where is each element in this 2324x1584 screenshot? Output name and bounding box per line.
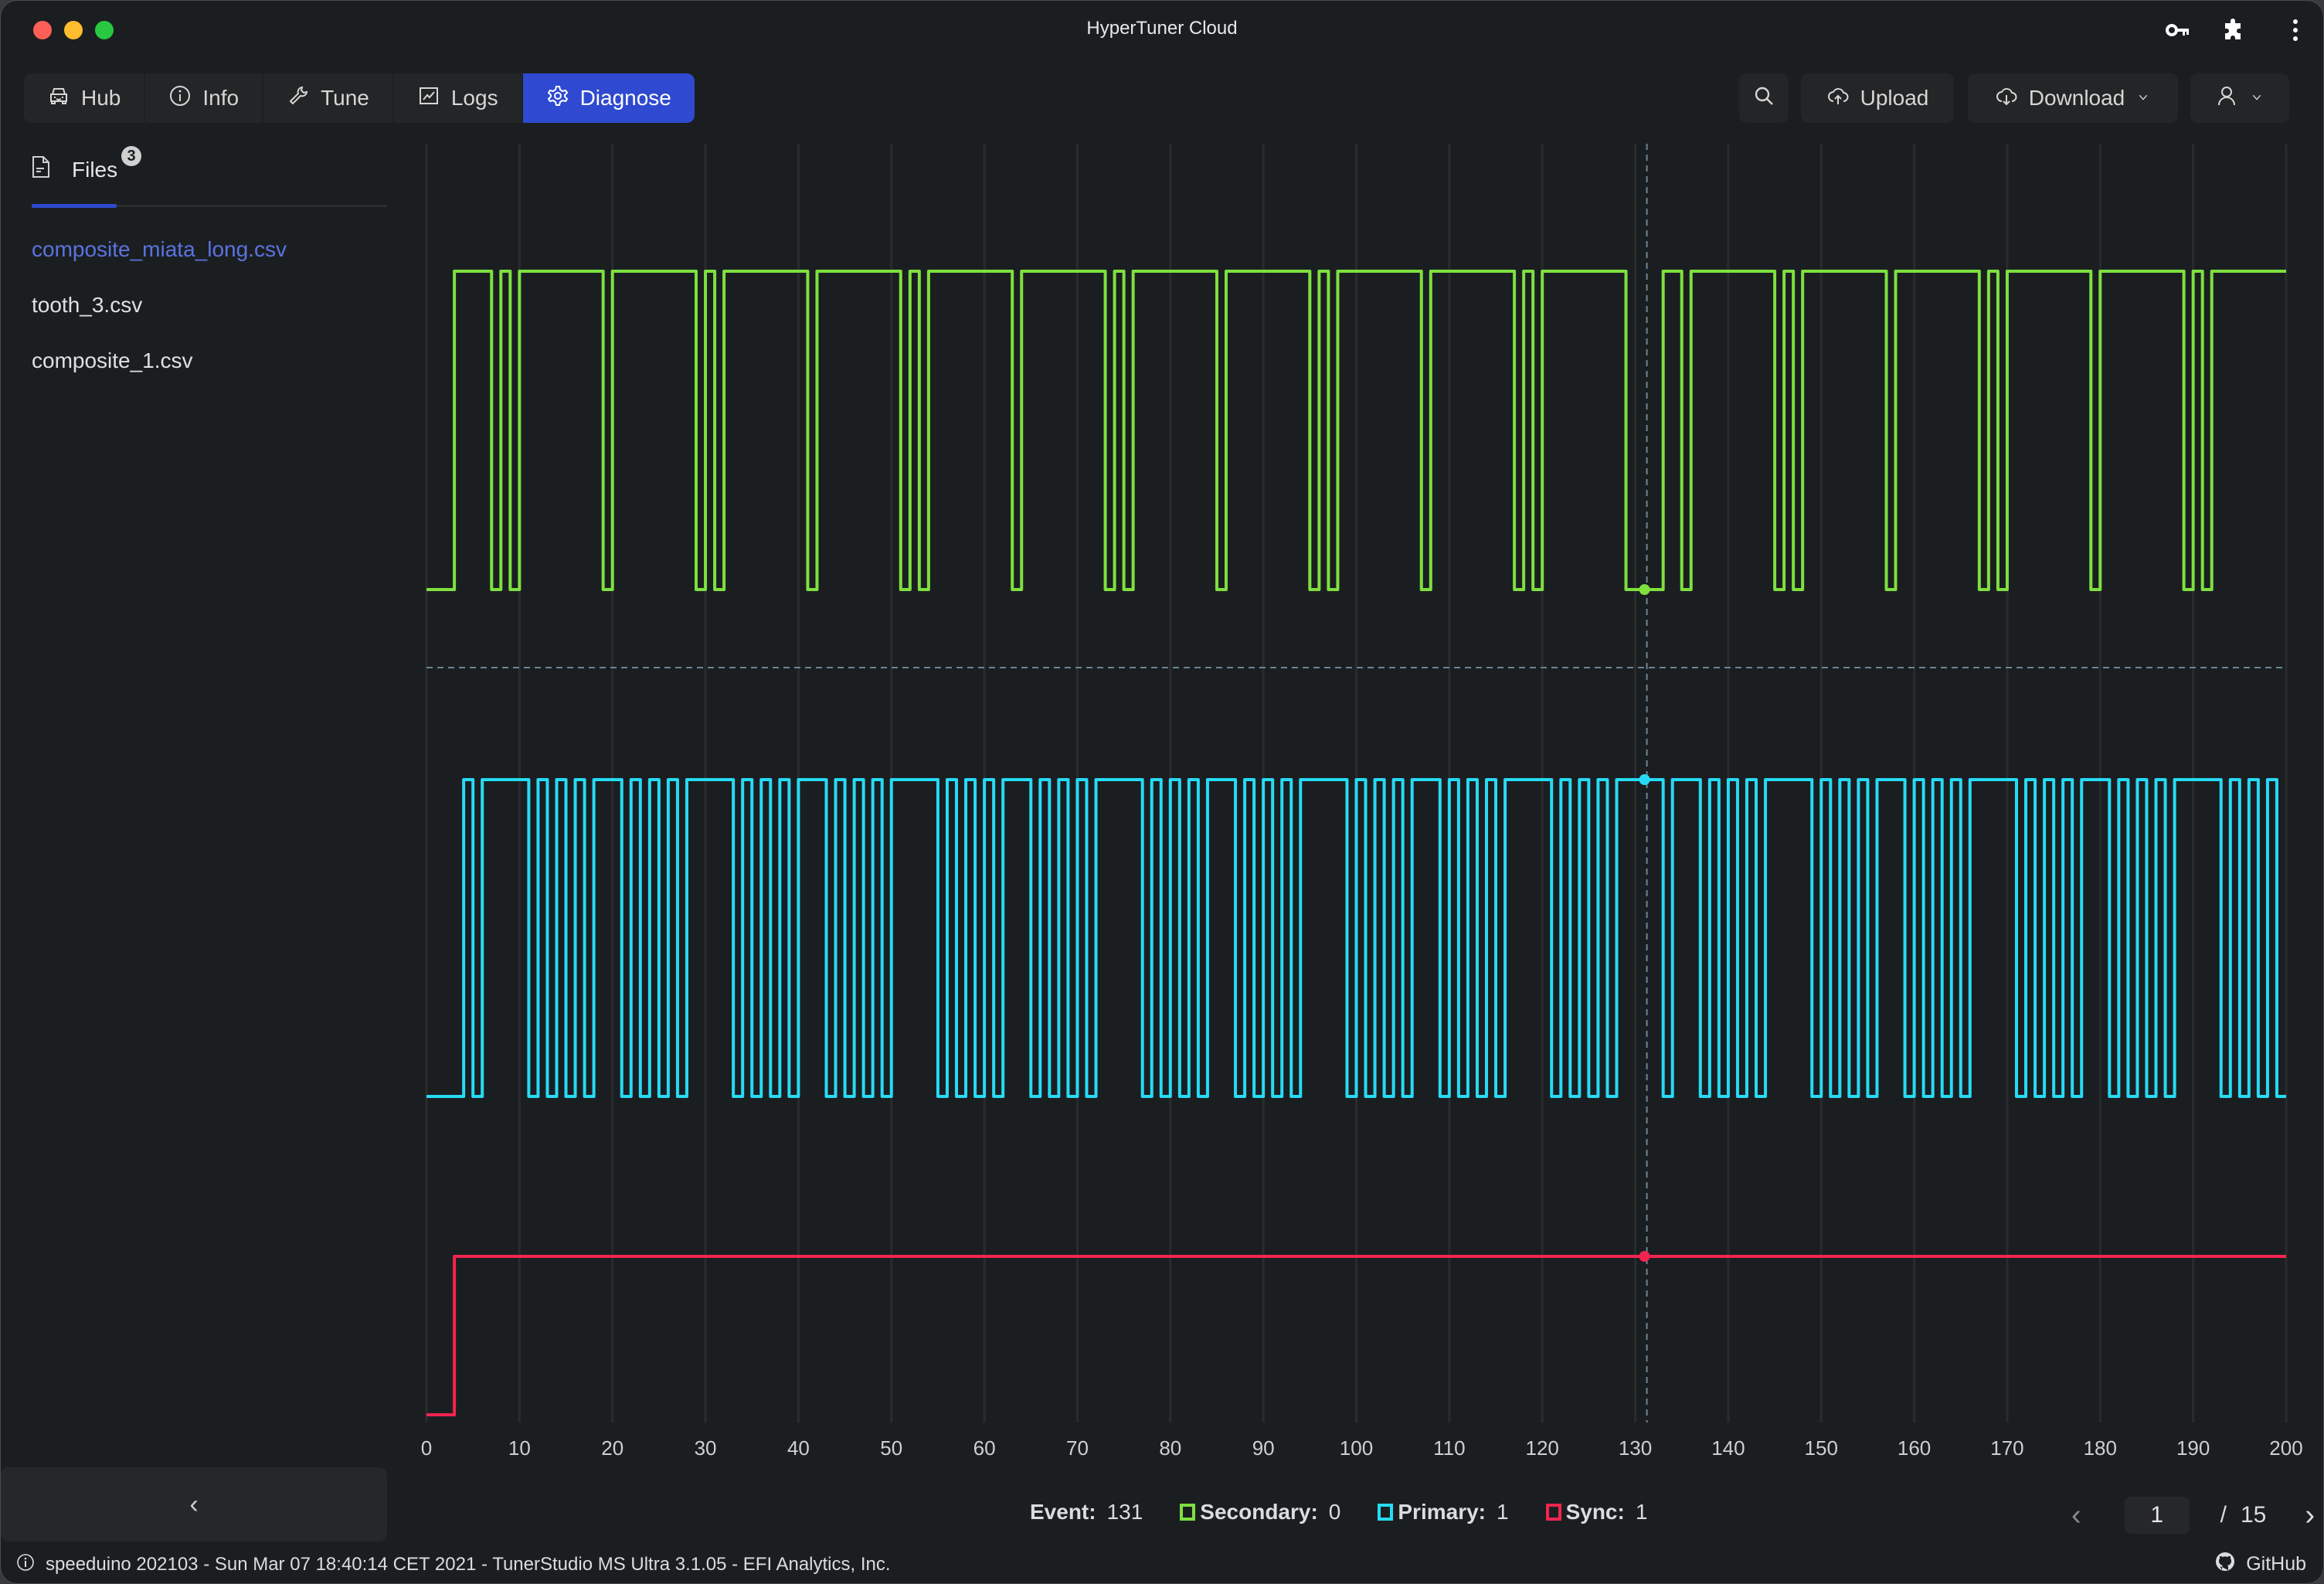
sync-label: Sync: [1565, 1500, 1625, 1524]
file-item[interactable]: composite_1.csv [32, 348, 193, 373]
primary-value: 1 [1497, 1500, 1509, 1524]
secondary-value: 0 [1328, 1500, 1341, 1524]
file-icon [32, 155, 50, 184]
puzzle-icon[interactable] [2220, 16, 2248, 44]
tab-diagnose-label: Diagnose [579, 86, 671, 110]
github-label: GitHub [2246, 1553, 2306, 1575]
status-bar: speeduino 202103 - Sun Mar 07 18:40:14 C… [1, 1546, 2323, 1583]
pagination: ‹ 1 / 15 › [2071, 1497, 2315, 1534]
files-tab[interactable]: Files [32, 155, 117, 184]
primary-cursor-point [1639, 774, 1650, 785]
x-tick-label: 140 [1711, 1436, 1745, 1460]
file-item[interactable]: tooth_3.csv [32, 293, 142, 318]
info-icon [16, 1553, 35, 1577]
main-nav: Hub Info Tune Logs Diagnose [24, 73, 695, 123]
search-button[interactable] [1739, 73, 1789, 123]
files-tab-label: Files [72, 157, 118, 182]
github-icon [2215, 1552, 2235, 1577]
cloud-upload-icon [1826, 84, 1850, 113]
x-tick-label: 80 [1159, 1436, 1181, 1460]
page-total: 15 [2241, 1502, 2267, 1528]
next-page-button[interactable]: › [2305, 1499, 2315, 1532]
x-tick-label: 0 [421, 1436, 432, 1460]
x-tick-label: 70 [1066, 1436, 1089, 1460]
download-button[interactable]: Download [1968, 73, 2178, 123]
sync-value: 1 [1635, 1500, 1648, 1524]
x-tick-label: 20 [601, 1436, 623, 1460]
page-separator: / [2220, 1502, 2227, 1528]
gear-icon [546, 84, 569, 113]
collapse-sidebar-button[interactable]: ‹ [1, 1467, 387, 1542]
user-menu-button[interactable] [2190, 73, 2289, 123]
primary-legend-swatch[interactable] [1378, 1504, 1394, 1521]
active-tab-indicator [32, 204, 117, 208]
cloud-download-icon [1995, 84, 2018, 113]
tab-hub[interactable]: Hub [24, 73, 146, 123]
tab-tune-label: Tune [321, 86, 369, 110]
wrench-icon [287, 84, 310, 113]
x-tick-label: 110 [1433, 1436, 1465, 1460]
info-circle-icon [168, 84, 192, 113]
cursor [1639, 144, 1650, 1423]
x-tick-label: 170 [1990, 1436, 2023, 1460]
chevron-down-icon [2135, 86, 2151, 110]
sync-legend-swatch[interactable] [1545, 1504, 1561, 1521]
tab-logs-label: Logs [450, 86, 498, 110]
file-item[interactable]: composite_miata_long.csv [32, 237, 287, 262]
prev-page-button[interactable]: ‹ [2071, 1499, 2081, 1532]
tab-logs[interactable]: Logs [394, 73, 523, 123]
files-count-badge: 3 [121, 146, 141, 166]
x-tick-label: 10 [508, 1436, 531, 1460]
event-value: 131 [1106, 1500, 1143, 1524]
download-label: Download [2028, 86, 2125, 110]
x-tick-label: 150 [1805, 1436, 1838, 1460]
x-tick-label: 90 [1252, 1436, 1275, 1460]
line-chart-icon [417, 84, 440, 113]
key-icon[interactable] [2164, 16, 2192, 44]
x-tick-label: 40 [787, 1436, 810, 1460]
tab-diagnose[interactable]: Diagnose [522, 73, 695, 123]
x-tick-label: 100 [1340, 1436, 1373, 1460]
github-link[interactable]: GitHub [2215, 1552, 2306, 1577]
x-tick-label: 30 [695, 1436, 717, 1460]
x-tick-label: 50 [880, 1436, 902, 1460]
tab-info[interactable]: Info [145, 73, 264, 123]
x-tick-label: 160 [1898, 1436, 1931, 1460]
upload-button[interactable]: Upload [1801, 73, 1954, 123]
tab-hub-label: Hub [81, 86, 121, 110]
legend: Event: 131 Secondary: 0 Primary: 1 Sync:… [1030, 1500, 1684, 1525]
upload-label: Upload [1860, 86, 1929, 110]
x-tick-label: 190 [2176, 1436, 2210, 1460]
event-label: Event: [1030, 1500, 1096, 1524]
primary-label: Primary: [1398, 1500, 1486, 1524]
x-tick-label: 130 [1619, 1436, 1652, 1460]
car-icon [47, 84, 70, 113]
tab-info-label: Info [202, 86, 240, 110]
user-icon [2215, 84, 2238, 113]
search-icon [1752, 84, 1775, 113]
x-tick-label: 180 [2084, 1436, 2117, 1460]
x-axis: 0 10 20 30 40 50 60 70 80 90 100 110 120 130 140 150 160… [421, 1436, 2303, 1460]
chevron-down-icon [2249, 86, 2265, 110]
x-tick-label: 200 [2269, 1436, 2302, 1460]
more-vertical-icon[interactable] [2282, 16, 2309, 44]
sync-cursor-point [1639, 1251, 1650, 1262]
window-title: HyperTuner Cloud [1086, 18, 1238, 39]
sidebar: Files 3 composite_miata_long.csv tooth_3… [1, 132, 387, 1546]
app-window: HyperTuner Cloud Hub Info Tune Logs Diag… [0, 0, 2324, 1584]
tab-tune[interactable]: Tune [263, 73, 394, 123]
title-bar: HyperTuner Cloud [1, 1, 2323, 56]
x-tick-label: 60 [973, 1436, 996, 1460]
x-tick-label: 120 [1526, 1436, 1559, 1460]
page-input[interactable]: 1 [2124, 1497, 2190, 1534]
secondary-legend-swatch[interactable] [1180, 1504, 1196, 1521]
status-text: speeduino 202103 - Sun Mar 07 18:40:14 C… [46, 1554, 891, 1575]
secondary-label: Secondary: [1200, 1500, 1318, 1524]
chevron-left-icon: ‹ [189, 1489, 199, 1519]
secondary-cursor-point [1639, 584, 1650, 595]
